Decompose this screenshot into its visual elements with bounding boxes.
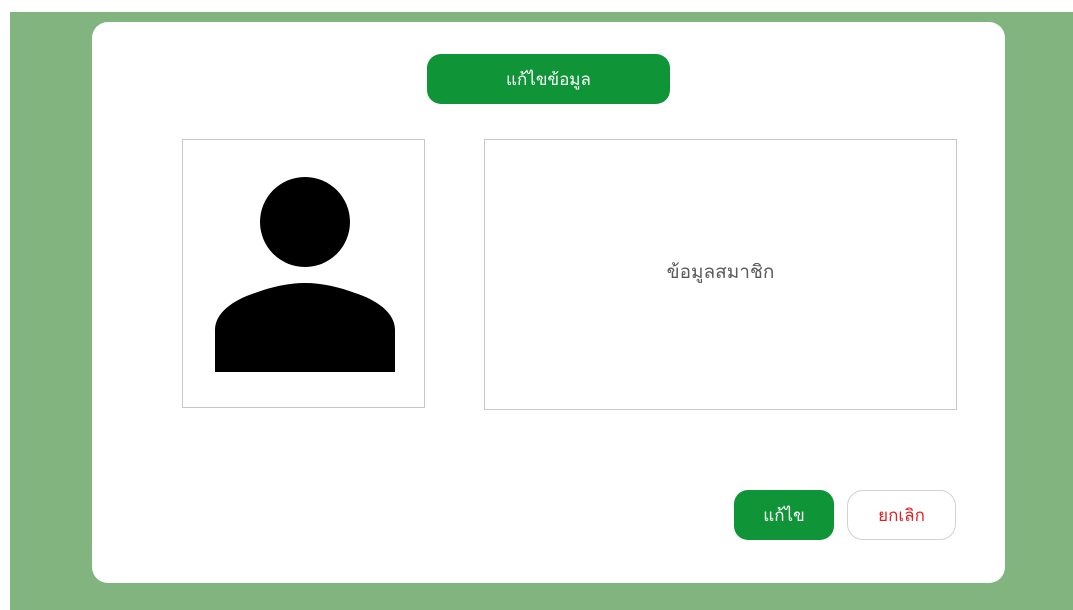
dialog-title: แก้ไขข้อมูล [427,54,670,104]
profile-photo-box[interactable] [182,139,425,408]
member-info-label: ข้อมูลสมาชิก [666,260,775,283]
edit-button[interactable]: แก้ไข [734,490,834,540]
cancel-button[interactable]: ยกเลิก [847,490,956,540]
member-info-panel: ข้อมูลสมาชิก [484,139,957,410]
edit-profile-dialog: แก้ไขข้อมูล ข้อมูลสมาชิก แก้ไข ยกเลิก [92,22,1005,583]
user-silhouette-icon [215,177,395,372]
